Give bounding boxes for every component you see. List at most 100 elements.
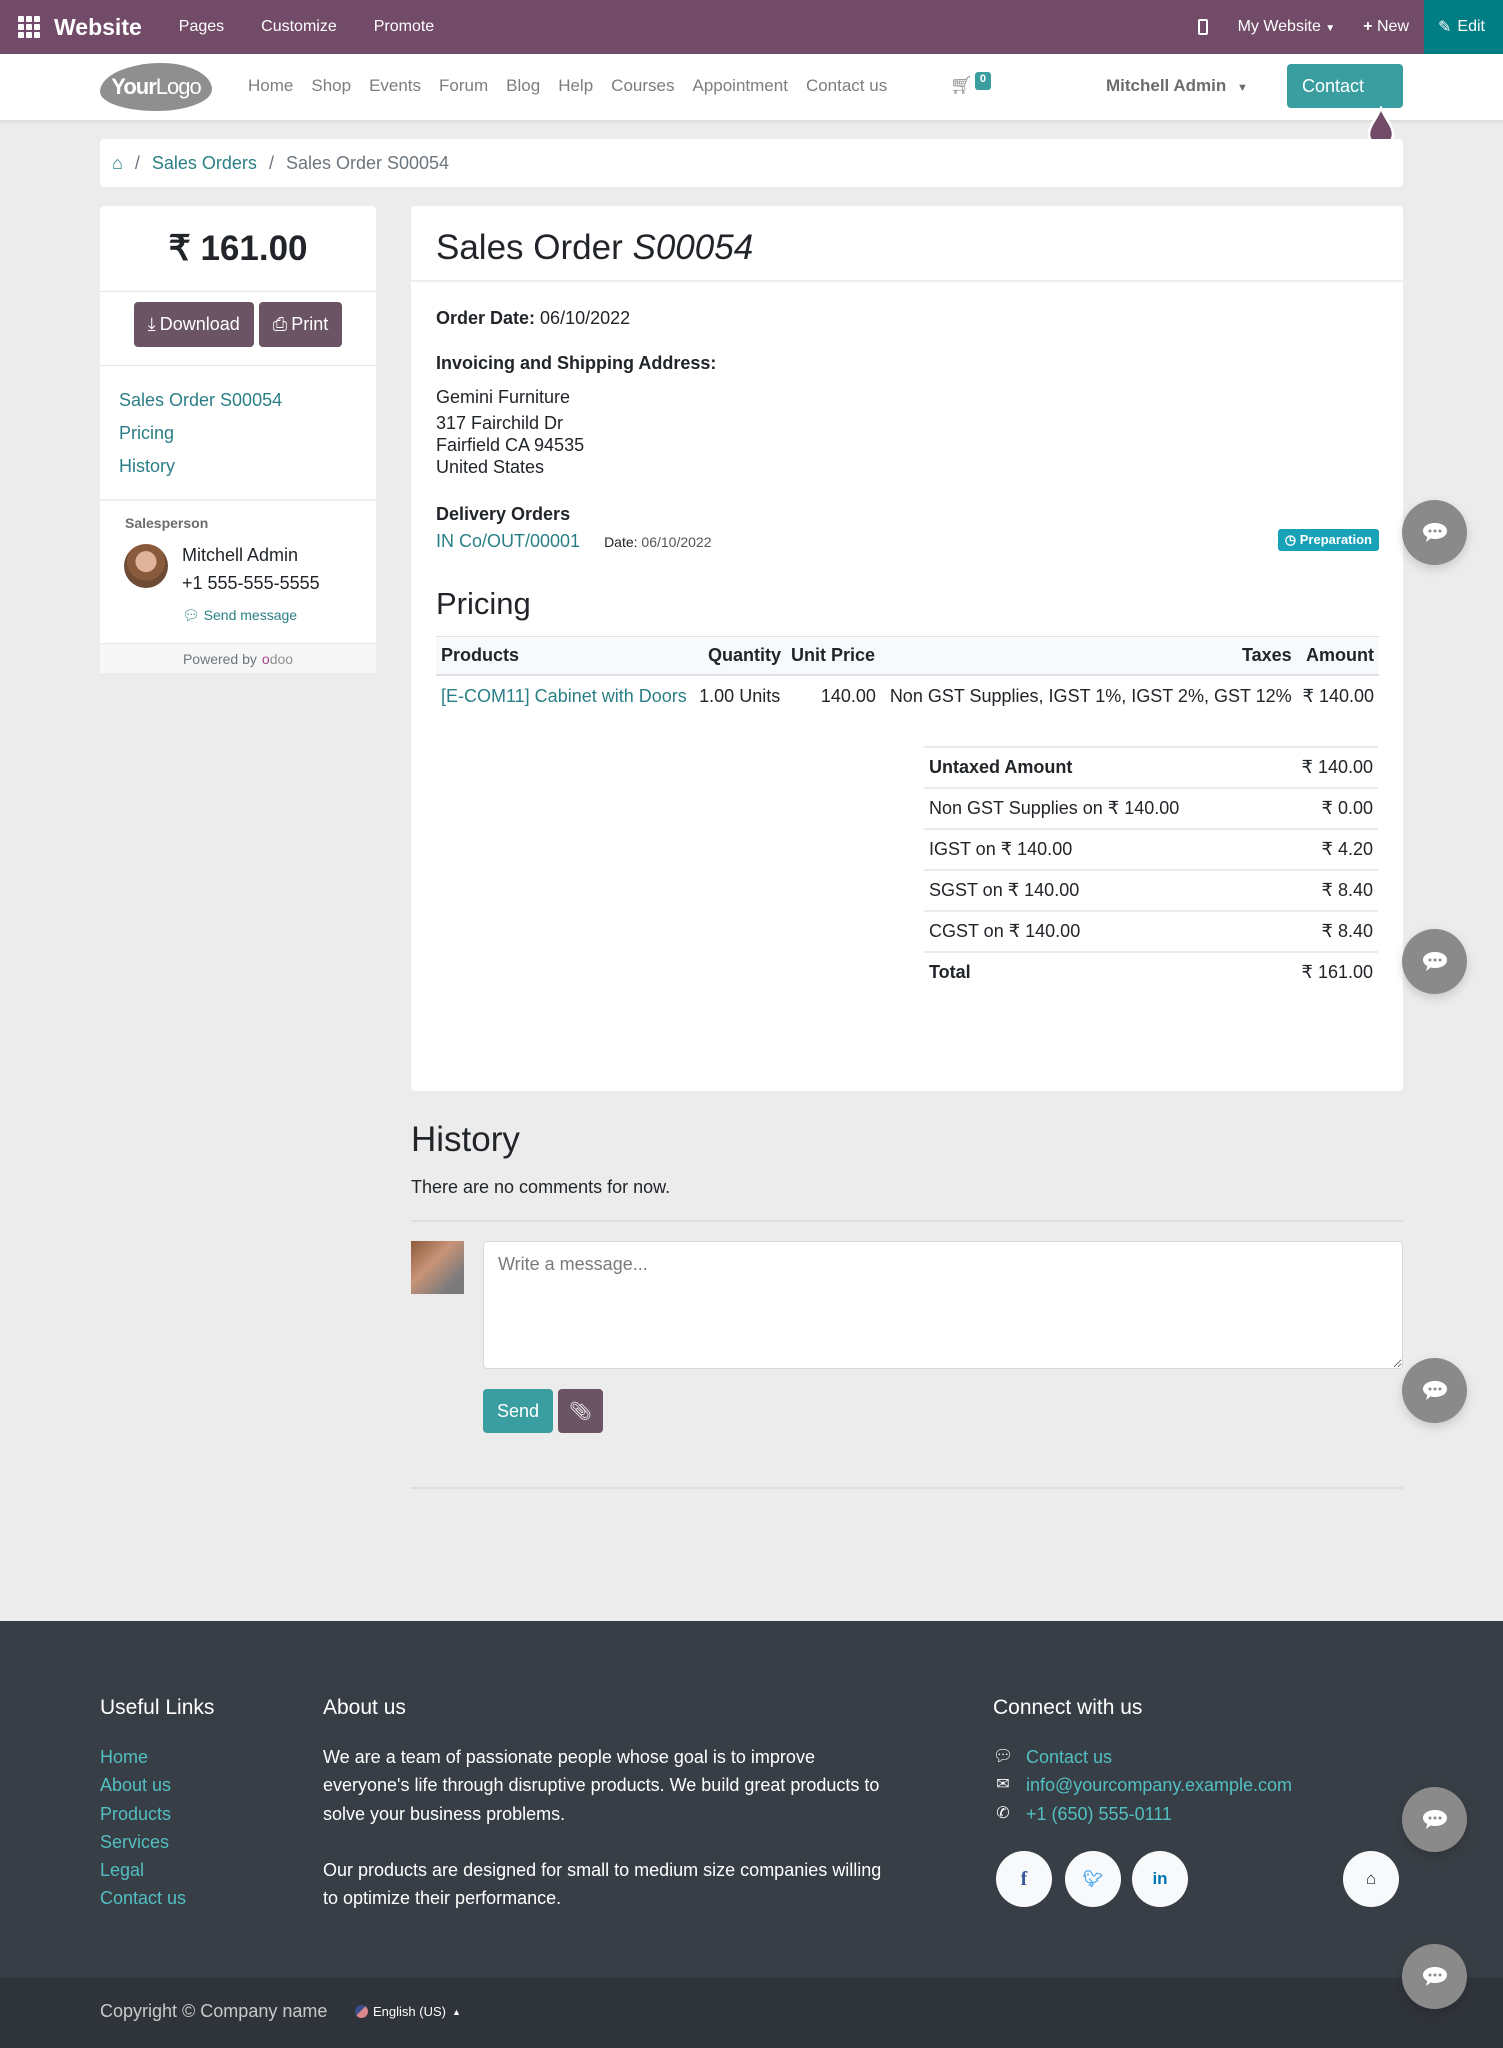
print-button[interactable]: ⎙ Print: [258, 302, 343, 347]
order-date-value: 06/10/2022: [540, 308, 631, 328]
totals-table: Untaxed Amount ₹ 140.00 Non GST Supplies …: [924, 746, 1378, 992]
line-amount: ₹ 140.00: [1302, 686, 1374, 706]
nav-appointment[interactable]: Appointment: [692, 76, 787, 96]
footer-link-about[interactable]: About us: [100, 1771, 186, 1799]
comment-icon: 💬︎: [993, 1748, 1014, 1765]
main-nav: Home Shop Events Forum Blog Help Courses…: [248, 76, 905, 96]
attach-file-button[interactable]: 📎︎: [558, 1389, 603, 1433]
live-chat-button[interactable]: [1402, 1358, 1467, 1423]
new-button-label: New: [1377, 18, 1410, 35]
user-menu[interactable]: Mitchell Admin ▼: [1106, 76, 1248, 96]
address-name: Gemini Furniture: [436, 387, 571, 407]
facebook-button[interactable]: f: [996, 1851, 1052, 1907]
order-total-amount: ₹ 161.00: [100, 206, 376, 292]
table-header-row: Products Quantity Unit Price Taxes Amoun…: [436, 636, 1379, 676]
cart-count-badge: 0: [974, 72, 991, 90]
nav-contact-us[interactable]: Contact us: [806, 76, 887, 96]
footer-contact-link[interactable]: Contact us: [1026, 1743, 1112, 1771]
delivery-date-value: 06/10/2022: [641, 534, 712, 550]
address-block: Gemini Furniture 317 Fairchild Dr Fairfi…: [436, 386, 1379, 478]
footer-phone-link[interactable]: +1 (650) 555-0111: [1026, 1800, 1172, 1828]
download-button[interactable]: ⤓ Download: [133, 302, 254, 347]
order-date-label: Order Date:: [436, 308, 536, 328]
cart-link[interactable]: 🛒︎ 0: [950, 72, 991, 96]
website-selector-label: My Website: [1237, 18, 1321, 35]
divider: [411, 1487, 1403, 1489]
breadcrumb-separator: /: [268, 152, 274, 173]
sidebar-link-history[interactable]: History: [119, 450, 376, 483]
current-user-avatar: [411, 1241, 464, 1294]
comment-icon: 💬︎: [182, 607, 200, 623]
new-button[interactable]: + New: [1363, 18, 1409, 36]
odoo-logo-rest: doo: [269, 650, 294, 667]
totals-value: ₹ 161.00: [1269, 951, 1378, 992]
nav-forum[interactable]: Forum: [439, 76, 488, 96]
nav-help[interactable]: Help: [558, 76, 593, 96]
live-chat-button[interactable]: [1402, 500, 1467, 565]
col-quantity: Quantity: [694, 636, 787, 676]
clock-icon: ◷: [1284, 532, 1297, 547]
app-title[interactable]: Website: [54, 14, 142, 41]
admin-bar: Website Pages Customize Promote My Websi…: [0, 0, 1503, 54]
footer-link-home[interactable]: Home: [100, 1743, 186, 1771]
live-chat-button[interactable]: [1402, 929, 1467, 994]
print-button-label: Print: [291, 314, 329, 334]
message-input[interactable]: [483, 1241, 1403, 1369]
footer-email-link[interactable]: info@yourcompany.example.com: [1026, 1771, 1292, 1799]
chat-bubble-icon: [1422, 1809, 1447, 1829]
nav-home[interactable]: Home: [248, 76, 293, 96]
nav-courses[interactable]: Courses: [611, 76, 674, 96]
nav-blog[interactable]: Blog: [506, 76, 540, 96]
footer-link-contact[interactable]: Contact us: [100, 1884, 186, 1912]
language-selector[interactable]: English (US) ▲: [355, 2004, 461, 2019]
sidebar-link-sales-order[interactable]: Sales Order S00054: [119, 384, 376, 417]
nav-shop[interactable]: Shop: [311, 76, 351, 96]
nav-events[interactable]: Events: [369, 76, 421, 96]
order-lines-table: Products Quantity Unit Price Taxes Amoun…: [436, 636, 1379, 717]
home-button[interactable]: ⌂: [1343, 1851, 1399, 1907]
apps-grid-icon[interactable]: [18, 16, 40, 38]
sidebar-link-pricing[interactable]: Pricing: [119, 417, 376, 450]
twitter-button[interactable]: 🐦︎: [1065, 1851, 1121, 1907]
send-button[interactable]: Send: [483, 1389, 553, 1433]
live-chat-button[interactable]: [1402, 1944, 1467, 2009]
home-icon[interactable]: ⌂: [112, 153, 123, 174]
live-chat-button[interactable]: [1402, 1787, 1467, 1852]
edit-button-label: Edit: [1457, 18, 1485, 35]
address-country: United States: [436, 457, 545, 477]
totals-label: Untaxed Amount: [924, 746, 1270, 788]
website-selector[interactable]: My Website ▼: [1238, 18, 1336, 36]
plus-icon: +: [1363, 18, 1373, 35]
product-link[interactable]: [E-COM11] Cabinet with Doors: [441, 686, 687, 706]
address-heading: Invoicing and Shipping Address:: [436, 353, 717, 373]
linkedin-button[interactable]: in: [1132, 1851, 1188, 1907]
send-message-link[interactable]: 💬︎ Send message: [182, 607, 297, 624]
chat-bubble-icon: [1422, 522, 1447, 542]
site-header: Your Logo Home Shop Events Forum Blog Hel…: [0, 54, 1503, 146]
caret-up-icon: ▲: [451, 2006, 461, 2017]
footer-link-products[interactable]: Products: [100, 1800, 186, 1828]
site-footer: Useful Links Home About us Products Serv…: [0, 1621, 1503, 1978]
menu-promote[interactable]: Promote: [374, 18, 434, 36]
menu-customize[interactable]: Customize: [261, 18, 337, 36]
connect-list: 💬︎ Contact us ✉ info@yourcompany.example.c…: [993, 1743, 1292, 1828]
sidebar-section-links: Sales Order S00054 Pricing History: [100, 366, 376, 501]
chat-bubble-icon: [1422, 1380, 1447, 1400]
mobile-preview-icon[interactable]: [1197, 19, 1208, 35]
totals-value: ₹ 8.40: [1269, 869, 1378, 911]
totals-row-sgst: SGST on ₹ 140.00 ₹ 8.40: [924, 869, 1378, 911]
odoo-logo[interactable]: odoo: [262, 651, 293, 667]
breadcrumb-sales-orders[interactable]: Sales Orders: [152, 153, 257, 174]
totals-label: Non GST Supplies on ₹ 140.00: [924, 787, 1270, 829]
site-logo[interactable]: Your Logo: [100, 63, 212, 111]
phone-icon: ✆: [996, 1804, 1010, 1822]
delivery-order-link[interactable]: IN Co/OUT/00001: [436, 531, 580, 552]
contact-button[interactable]: Contact: [1287, 64, 1403, 108]
menu-pages[interactable]: Pages: [179, 18, 224, 36]
about-paragraph: Our products are designed for small to m…: [323, 1859, 882, 1909]
language-label: English (US): [373, 2004, 446, 2019]
edit-button[interactable]: ✎ Edit: [1424, 0, 1503, 54]
footer-link-legal[interactable]: Legal: [100, 1856, 186, 1884]
delivery-date: Date: 06/10/2022: [604, 534, 711, 550]
footer-link-services[interactable]: Services: [100, 1828, 186, 1856]
